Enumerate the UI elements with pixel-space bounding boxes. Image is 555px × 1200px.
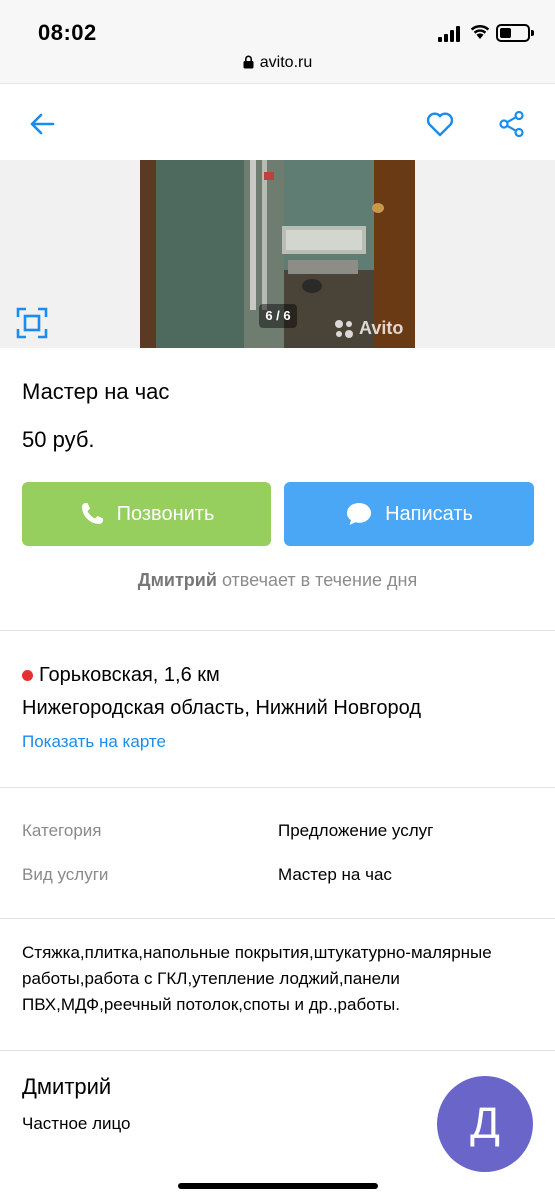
avito-watermark: Avito: [334, 318, 403, 339]
photo-counter: 6 / 6: [259, 304, 297, 328]
param-label-category: Категория: [22, 821, 102, 840]
back-arrow-icon: [30, 113, 55, 135]
response-time: Дмитрий отвечает в течение дня: [0, 570, 555, 591]
seller-avatar[interactable]: Д: [437, 1076, 533, 1172]
heart-icon: [426, 112, 454, 137]
call-button-label: Позвонить: [116, 502, 215, 525]
share-button[interactable]: [492, 104, 532, 144]
wifi-icon: [470, 24, 490, 39]
top-navbar: [0, 84, 555, 160]
show-on-map-link[interactable]: Показать на карте: [22, 732, 166, 752]
address-bar[interactable]: avito.ru: [0, 54, 555, 72]
listing-title: Мастер на час: [22, 379, 170, 404]
avito-logo-icon: [335, 319, 353, 338]
battery-icon: [496, 24, 534, 42]
call-button[interactable]: Позвонить: [22, 482, 271, 546]
phone-icon: [81, 503, 103, 524]
cellular-signal-icon: [438, 26, 460, 42]
param-label-service-type: Вид услуги: [22, 865, 109, 884]
share-icon: [499, 110, 524, 138]
fullscreen-icon: [16, 307, 48, 339]
metro-text: Горьковская, 1,6 км: [39, 664, 220, 686]
write-button[interactable]: Написать: [284, 482, 534, 546]
fullscreen-button[interactable]: [15, 306, 49, 340]
divider: [0, 1050, 555, 1051]
listing-price: 50 руб.: [22, 427, 95, 452]
home-indicator: [178, 1183, 378, 1189]
divider: [0, 787, 555, 788]
lock-icon: [243, 55, 254, 69]
metro-dot-icon: [22, 670, 33, 681]
write-button-label: Написать: [385, 502, 473, 525]
chat-bubble-icon: [347, 503, 372, 525]
favorite-button[interactable]: [420, 104, 460, 144]
url-text: avito.ru: [259, 54, 313, 71]
status-time: 08:02: [38, 20, 97, 45]
divider: [0, 630, 555, 631]
seller-type: Частное лицо: [22, 1114, 131, 1133]
param-value-category: Предложение услуг: [278, 821, 434, 840]
metro-station: Горьковская, 1,6 км: [22, 664, 220, 687]
divider: [0, 918, 555, 919]
param-value-service-type: Мастер на час: [278, 865, 392, 884]
region-text: Нижегородская область, Нижний Новгород: [22, 697, 422, 719]
response-seller: Дмитрий: [137, 570, 217, 590]
listing-description: Стяжка,плитка,напольные покрытия,штукату…: [22, 943, 492, 1014]
watermark-text: Avito: [359, 318, 404, 338]
back-button[interactable]: [22, 104, 62, 144]
status-bar: 08:02 avito.ru: [0, 0, 555, 84]
seller-name[interactable]: Дмитрий: [22, 1074, 111, 1100]
response-text: отвечает в течение дня: [221, 570, 418, 590]
